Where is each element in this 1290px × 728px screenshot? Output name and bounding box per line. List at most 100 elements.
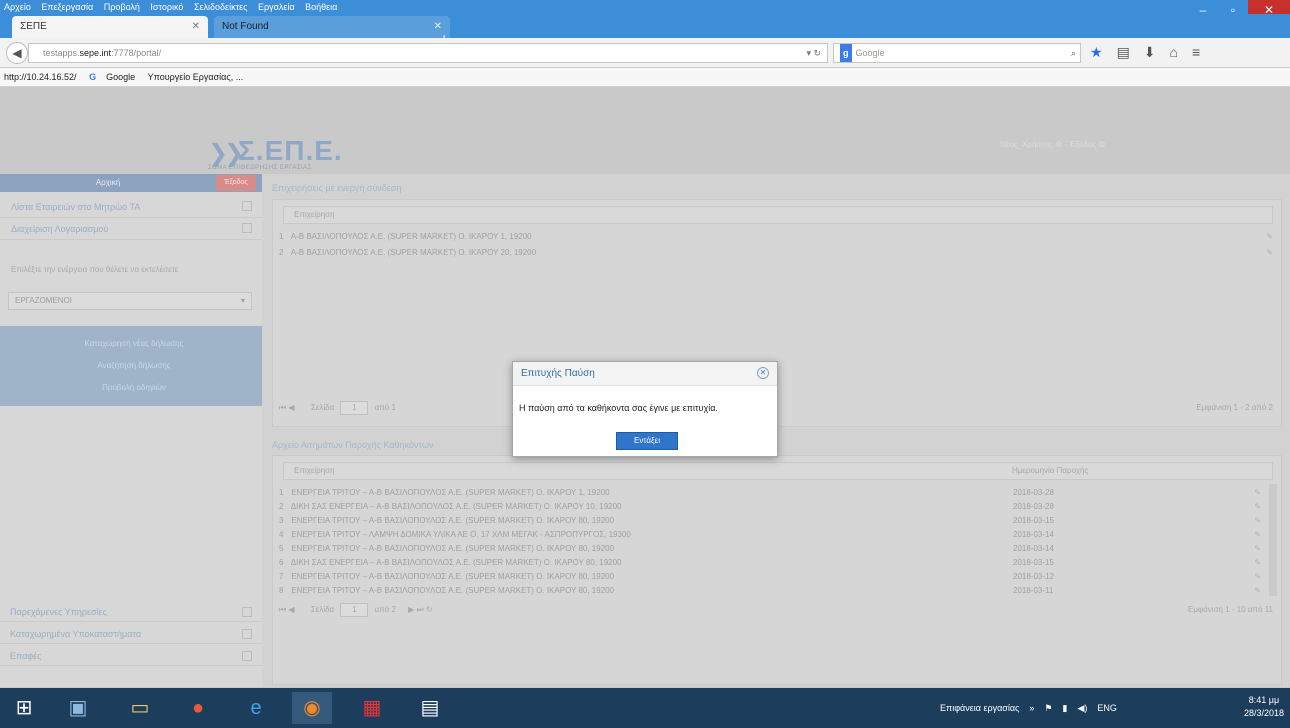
action-new-declaration[interactable]: Καταχώρηση νέας δήλωσης <box>14 334 254 354</box>
search-bar[interactable]: g Google ⌕ <box>833 43 1081 63</box>
page-input[interactable]: 1 <box>340 602 369 617</box>
table-scrollbar[interactable] <box>1269 484 1277 596</box>
tab-bar: ΣΕΠΕ ✕ Not Found ✕ + <box>0 14 1290 46</box>
row-text: Α-Β ΒΑΣΙΛΟΠΟΥΛΟΣ Α.Ε. (SUPER MARKET) Ο. … <box>290 248 537 257</box>
system-tray: Επιφάνεια εργασίας » ⚑ ▮ ◀) ENG <box>940 688 1117 728</box>
table-row[interactable]: 6 ΔΙΚΗ ΣΑΣ ΕΝΕΡΓΕΙΑ – Α-Β ΒΑΣΙΛΟΠΟΥΛΟΣ Α… <box>273 556 1281 570</box>
tray-chevron-icon[interactable]: » <box>1029 703 1034 713</box>
bookmark-star-icon[interactable]: ★ <box>1090 44 1103 61</box>
edit-icon[interactable]: ✎ <box>1254 542 1261 556</box>
column-date[interactable]: Ημερομηνία Παροχής <box>1012 463 1088 479</box>
sidebar-link-branches[interactable]: Καταχωρημένα Υποκαταστήματα <box>0 624 262 644</box>
table-row[interactable]: 1 ΕΝΕΡΓΕΙΑ ΤΡΙΤΟΥ – Α-Β ΒΑΣΙΛΟΠΟΥΛΟΣ Α.Ε… <box>273 486 1281 500</box>
table-row[interactable]: 4 ΕΝΕΡΓΕΙΑ ΤΡΙΤΟΥ – ΛΑΜΨΗ ΔΟΜΙΚΑ ΥΛΙΚΑ Α… <box>273 528 1281 542</box>
windows-start-icon[interactable]: ⊞ <box>4 692 44 724</box>
edit-icon[interactable]: ✎ <box>1254 514 1261 528</box>
table-row[interactable]: 7 ΕΝΕΡΓΕΙΑ ΤΡΙΤΟΥ – Α-Β ΒΑΣΙΛΟΠΟΥΛΟΣ Α.Ε… <box>273 570 1281 584</box>
table-row[interactable]: 1 Α-Β ΒΑΣΙΛΟΠΟΥΛΟΣ Α.Ε. (SUPER MARKET) Ο… <box>273 230 1281 244</box>
url-bar[interactable]: testapps.sepe.int:7778/portal/ ▾ ↻ <box>28 43 828 63</box>
menu-bookmarks[interactable]: Σελιδοδείκτες <box>194 2 248 12</box>
expand-icon <box>242 201 252 211</box>
clock[interactable]: 8:41 μμ 28/3/2018 <box>1244 694 1284 720</box>
table-row[interactable]: 5 ΕΝΕΡΓΕΙΑ ΤΡΙΤΟΥ – Α-Β ΒΑΣΙΛΟΠΟΥΛΟΣ Α.Ε… <box>273 542 1281 556</box>
expand-icon <box>242 629 252 639</box>
bookmark-ip[interactable]: http://10.24.16.52/ <box>4 72 77 82</box>
table-row[interactable]: 3 ΕΝΕΡΓΕΙΑ ΤΡΙΤΟΥ – Α-Β ΒΑΣΙΛΟΠΟΥΛΟΣ Α.Ε… <box>273 514 1281 528</box>
column-company[interactable]: Επιχείρηση <box>294 466 335 475</box>
close-icon[interactable]: ✕ <box>757 367 769 379</box>
edit-icon[interactable]: ✎ <box>1254 556 1261 570</box>
table-row[interactable]: 8 ΕΝΕΡΓΕΙΑ ΤΡΙΤΟΥ – Α-Β ΒΑΣΙΛΟΠΟΥΛΟΣ Α.Ε… <box>273 584 1281 598</box>
action-search-declaration[interactable]: Αναζήτηση δήλωσης <box>14 356 254 376</box>
back-arrow-icon[interactable]: ◀ <box>6 42 28 64</box>
expand-icon <box>242 223 252 233</box>
hamburger-menu-icon[interactable]: ≡ <box>1192 44 1200 61</box>
sidebar-link-services[interactable]: Παρεχόμενες Υπηρεσίες <box>0 602 262 622</box>
bookmarks-bar: http://10.24.16.52/ G Google Υπουργείο Ερ… <box>0 68 1290 87</box>
first-page-icon[interactable]: ⏮ ◀ <box>279 403 295 412</box>
user-links[interactable]: Νέος_Χρήστης ⚙ · Έξοδος ⚙ <box>1000 140 1106 149</box>
menu-history[interactable]: Ιστορικό <box>150 2 183 12</box>
sidebar-link-contacts[interactable]: Επαφές <box>0 646 262 666</box>
clipboard-icon[interactable]: ▤ <box>1117 44 1130 61</box>
sidebar-home-link[interactable]: Αρχική <box>0 174 216 192</box>
search-icon[interactable]: ⌕ <box>1071 44 1076 62</box>
sidebar-link-companies[interactable]: Λίστα Εταιρειών στο Μητρώο ΤΑ <box>0 196 262 218</box>
page-input[interactable]: 1 <box>340 400 369 415</box>
menu-edit[interactable]: Επεξεργασία <box>41 2 93 12</box>
edit-icon[interactable]: ✎ <box>1254 528 1261 542</box>
edit-icon[interactable]: ✎ <box>1254 584 1261 598</box>
table-row[interactable]: 2 Α-Β ΒΑΣΙΛΟΠΟΥΛΟΣ Α.Ε. (SUPER MARKET) Ο… <box>273 246 1281 260</box>
sidebar-link-label: Επαφές <box>10 651 42 661</box>
home-icon[interactable]: ⌂ <box>1170 44 1178 61</box>
sidebar-link-account[interactable]: Διαχείριση Λογαριασμού <box>0 218 262 240</box>
menu-file[interactable]: Αρχείο <box>4 2 31 12</box>
edit-icon[interactable]: ✎ <box>1254 486 1261 500</box>
edit-icon[interactable]: ✎ <box>1266 230 1273 244</box>
row-text: ΕΝΕΡΓΕΙΑ ΤΡΙΤΟΥ – Α-Β ΒΑΣΙΛΟΠΟΥΛΟΣ Α.Ε. … <box>291 586 615 595</box>
app-icon[interactable]: ▦ <box>352 692 392 724</box>
ok-button[interactable]: Εντάξει <box>616 432 678 450</box>
edit-icon[interactable]: ✎ <box>1254 570 1261 584</box>
menu-help[interactable]: Βοήθεια <box>305 2 337 12</box>
row-date: 2018-03-28 <box>1013 502 1054 511</box>
edit-icon[interactable]: ✎ <box>1254 500 1261 514</box>
internet-explorer-icon[interactable]: e <box>236 692 276 724</box>
tab-sepe[interactable]: ΣΕΠΕ ✕ <box>12 16 208 38</box>
row-number: 2 <box>279 502 284 511</box>
role-select[interactable]: ΕΡΓΑΖΟΜΕΝΟΙ ▾ <box>8 292 252 310</box>
folder-icon[interactable]: ▭ <box>120 692 160 724</box>
taskbar: ⊞ ▣ ▭ ● e ◉ ▦ ▤ Επιφάνεια εργασίας » ⚑ ▮… <box>0 688 1290 728</box>
next-page-icon[interactable]: ▶ ⏭ ↻ <box>408 605 433 614</box>
document-icon[interactable]: ▤ <box>410 692 450 724</box>
explorer-icon[interactable]: ▣ <box>58 692 98 724</box>
download-icon[interactable]: ⬇ <box>1144 44 1156 61</box>
menu-view[interactable]: Προβολή <box>104 2 140 12</box>
tab-close-icon[interactable]: ✕ <box>192 16 200 38</box>
row-date: 2018-03-15 <box>1013 558 1054 567</box>
action-view-instructions[interactable]: Προβολή οδηγιών <box>14 378 254 398</box>
chrome-icon[interactable]: ● <box>178 692 218 724</box>
bookmark-ministry[interactable]: Υπουργείο Εργασίας, ... <box>148 72 244 82</box>
row-text: ΕΝΕΡΓΕΙΑ ΤΡΙΤΟΥ – Α-Β ΒΑΣΙΛΟΠΟΥΛΟΣ Α.Ε. … <box>291 544 615 553</box>
firefox-icon[interactable]: ◉ <box>292 692 332 724</box>
sidebar-exit-badge[interactable]: Έξοδος <box>216 175 256 191</box>
menu-tools[interactable]: Εργαλεία <box>258 2 295 12</box>
dialog-message: Η παύση από τα καθήκοντα σας έγινε με επ… <box>519 403 718 413</box>
edit-icon[interactable]: ✎ <box>1266 246 1273 260</box>
row-number: 7 <box>279 572 284 581</box>
language-indicator[interactable]: ENG <box>1097 703 1117 713</box>
volume-icon[interactable]: ◀) <box>1077 703 1087 714</box>
table-row[interactable]: 2 ΔΙΚΗ ΣΑΣ ΕΝΕΡΓΕΙΑ – Α-Β ΒΑΣΙΛΟΠΟΥΛΟΣ Α… <box>273 500 1281 514</box>
reload-icon[interactable]: ▾ ↻ <box>806 44 821 62</box>
row-text: ΕΝΕΡΓΕΙΑ ΤΡΙΤΟΥ – Α-Β ΒΑΣΙΛΟΠΟΥΛΟΣ Α.Ε. … <box>291 516 615 525</box>
tray-flag-icon[interactable]: ⚑ <box>1044 703 1052 714</box>
network-icon[interactable]: ▮ <box>1063 703 1068 714</box>
first-page-icon[interactable]: ⏮ ◀ <box>279 605 295 614</box>
tray-label[interactable]: Επιφάνεια εργασίας <box>940 703 1019 713</box>
tab-not-found[interactable]: Not Found ✕ <box>214 16 450 38</box>
panel2-pager: ⏮ ◀ Σελίδα 1 από 2 ▶ ⏭ ↻ <box>279 600 433 620</box>
panel1-column-header[interactable]: Επιχείρηση <box>283 206 1273 224</box>
row-number: 5 <box>279 544 284 553</box>
bookmark-google[interactable]: Google <box>106 72 135 82</box>
